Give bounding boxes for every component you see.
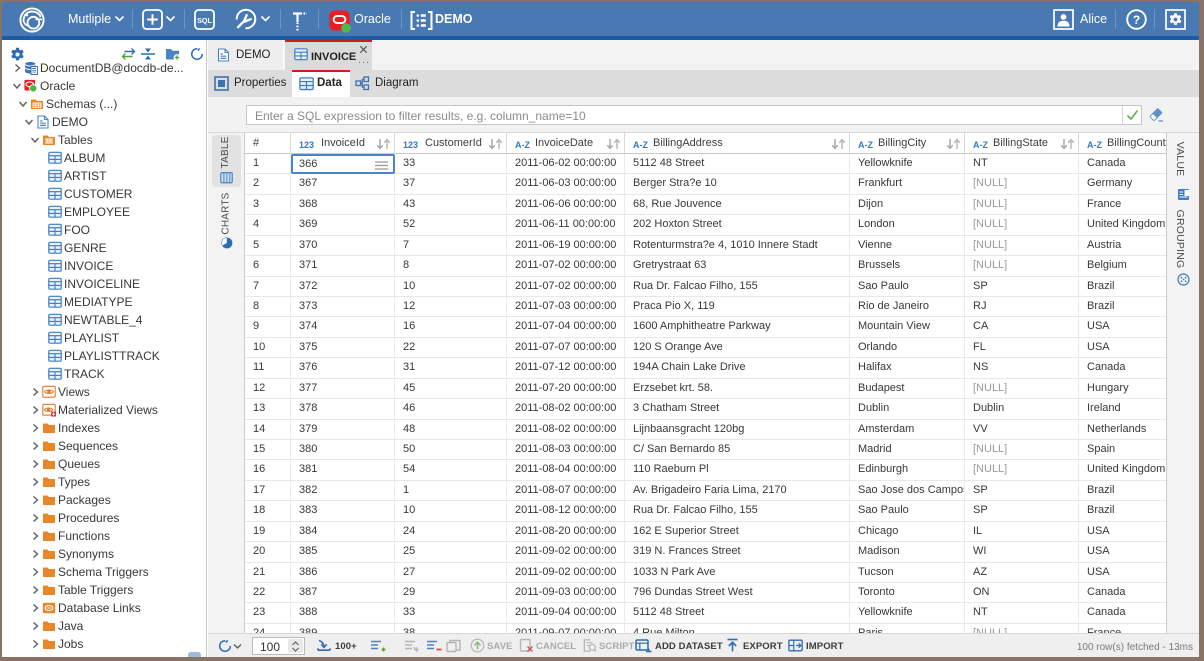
svg-text:?: ? (1133, 13, 1140, 27)
svg-text:SQL: SQL (197, 16, 212, 25)
